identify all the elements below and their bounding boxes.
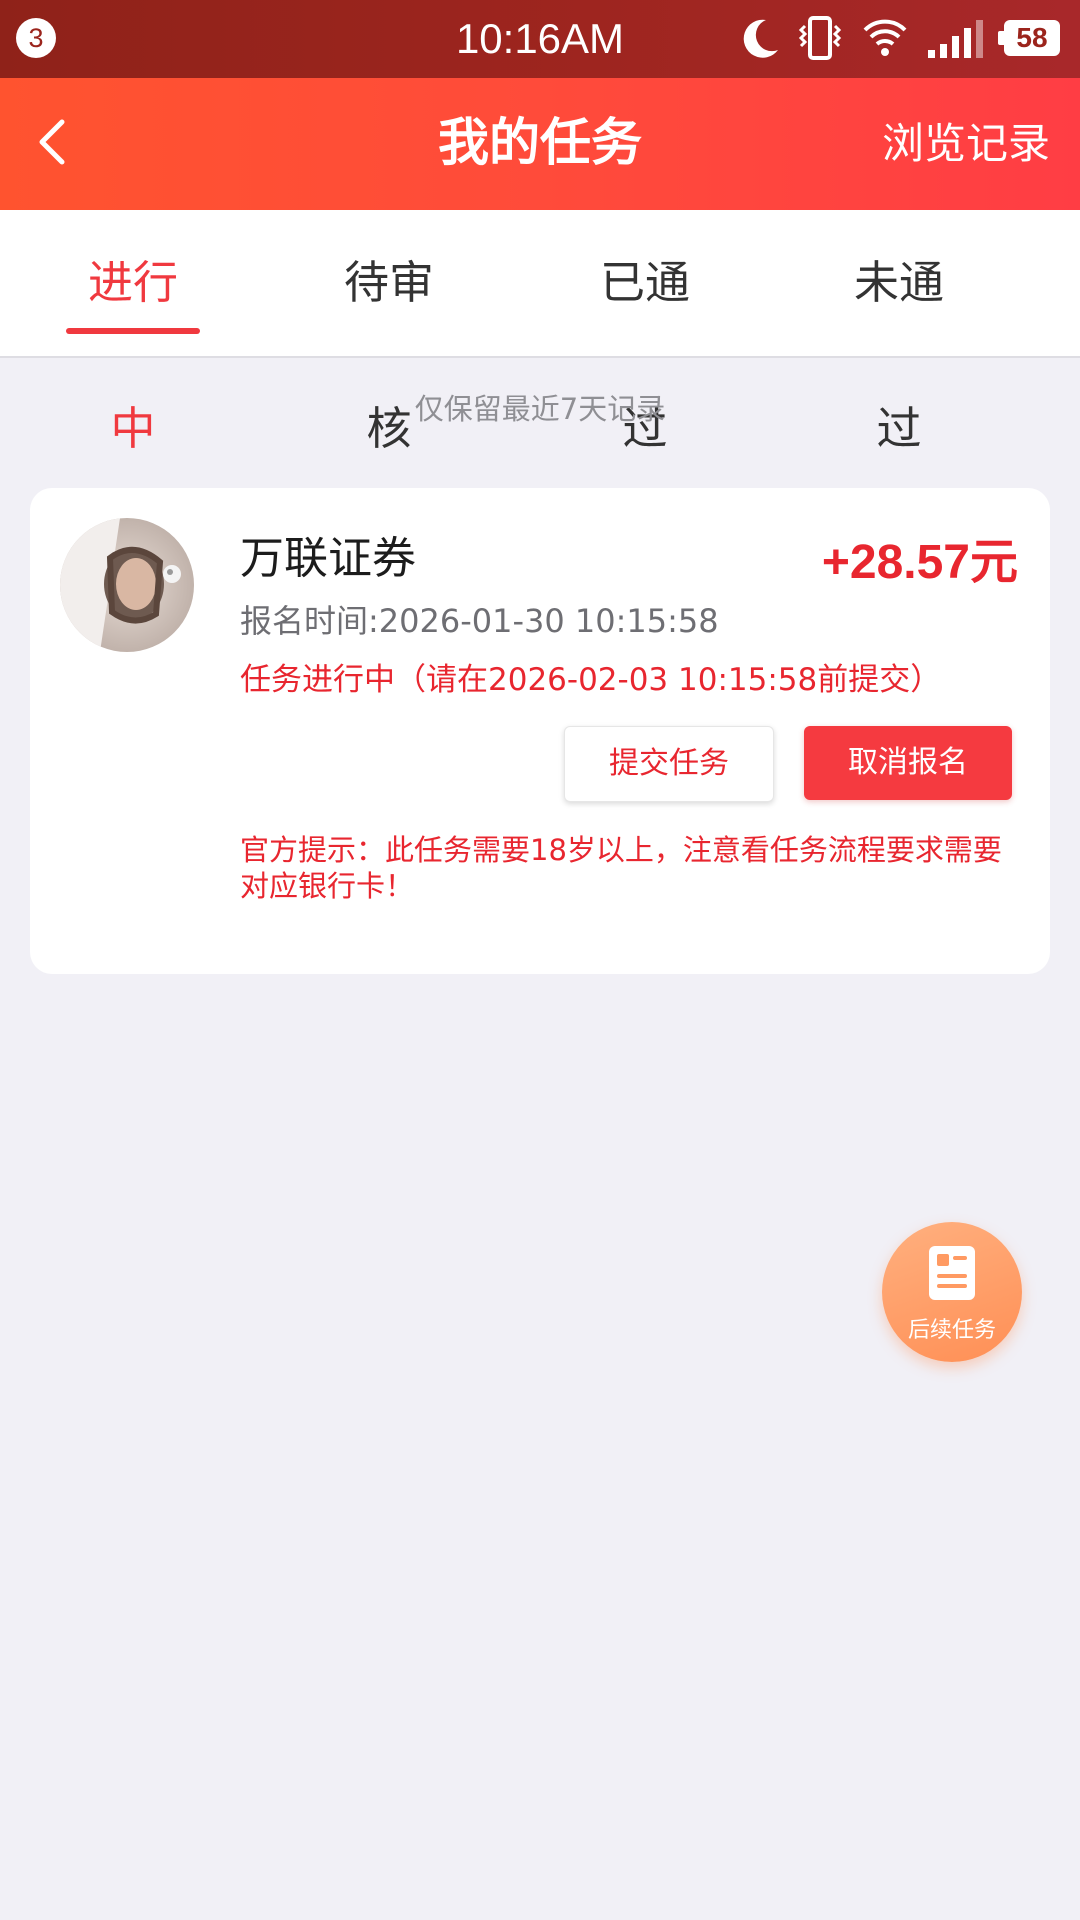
header: 我的任务 浏览记录 xyxy=(0,78,1080,210)
task-reward: +28.57元 xyxy=(821,536,1018,589)
browse-history-link[interactable]: 浏览记录 xyxy=(882,78,1050,210)
battery-icon: 58 xyxy=(1004,20,1060,56)
task-status: 任务进行中（请在2026-02-03 10:15:58前提交） xyxy=(240,662,942,698)
avatar xyxy=(60,518,194,652)
moon-icon xyxy=(743,19,778,58)
tab-pending-review[interactable]: 待审核 xyxy=(322,210,456,455)
status-time: 10:16AM xyxy=(455,15,625,62)
retention-notice: 仅保留最近7天记录 xyxy=(414,392,666,426)
task-name: 万联证券 xyxy=(240,533,416,584)
follow-up-tasks-button[interactable]: 后续任务 xyxy=(882,1222,1022,1362)
cancel-signup-button[interactable]: 取消报名 xyxy=(804,726,1012,800)
task-tabs: 进行中 待审核 已通过 未通过 xyxy=(0,210,1080,455)
submit-task-button[interactable]: 提交任务 xyxy=(564,726,774,802)
wifi-icon xyxy=(863,19,907,56)
tab-rejected[interactable]: 未通过 xyxy=(832,210,966,455)
signal-icon xyxy=(928,20,983,58)
tab-approved[interactable]: 已通过 xyxy=(578,210,712,455)
tab-in-progress[interactable]: 进行中 xyxy=(66,210,200,455)
official-tip: 官方提示：此任务需要18岁以上，注意看任务流程要求需要对应银行卡！ xyxy=(240,833,1002,903)
tab-active-underline xyxy=(66,328,200,334)
signup-time: 报名时间:2026-01-30 10:15:58 xyxy=(240,602,719,640)
vibrate-icon xyxy=(798,16,842,60)
task-card[interactable]: 万联证券 +28.57元 报名时间:2026-01-30 10:15:58 任务… xyxy=(30,488,1050,974)
fab-label: 后续任务 xyxy=(907,1318,996,1343)
status-bar: 3 10:16AM 58 xyxy=(0,0,1080,78)
document-icon xyxy=(929,1246,975,1300)
